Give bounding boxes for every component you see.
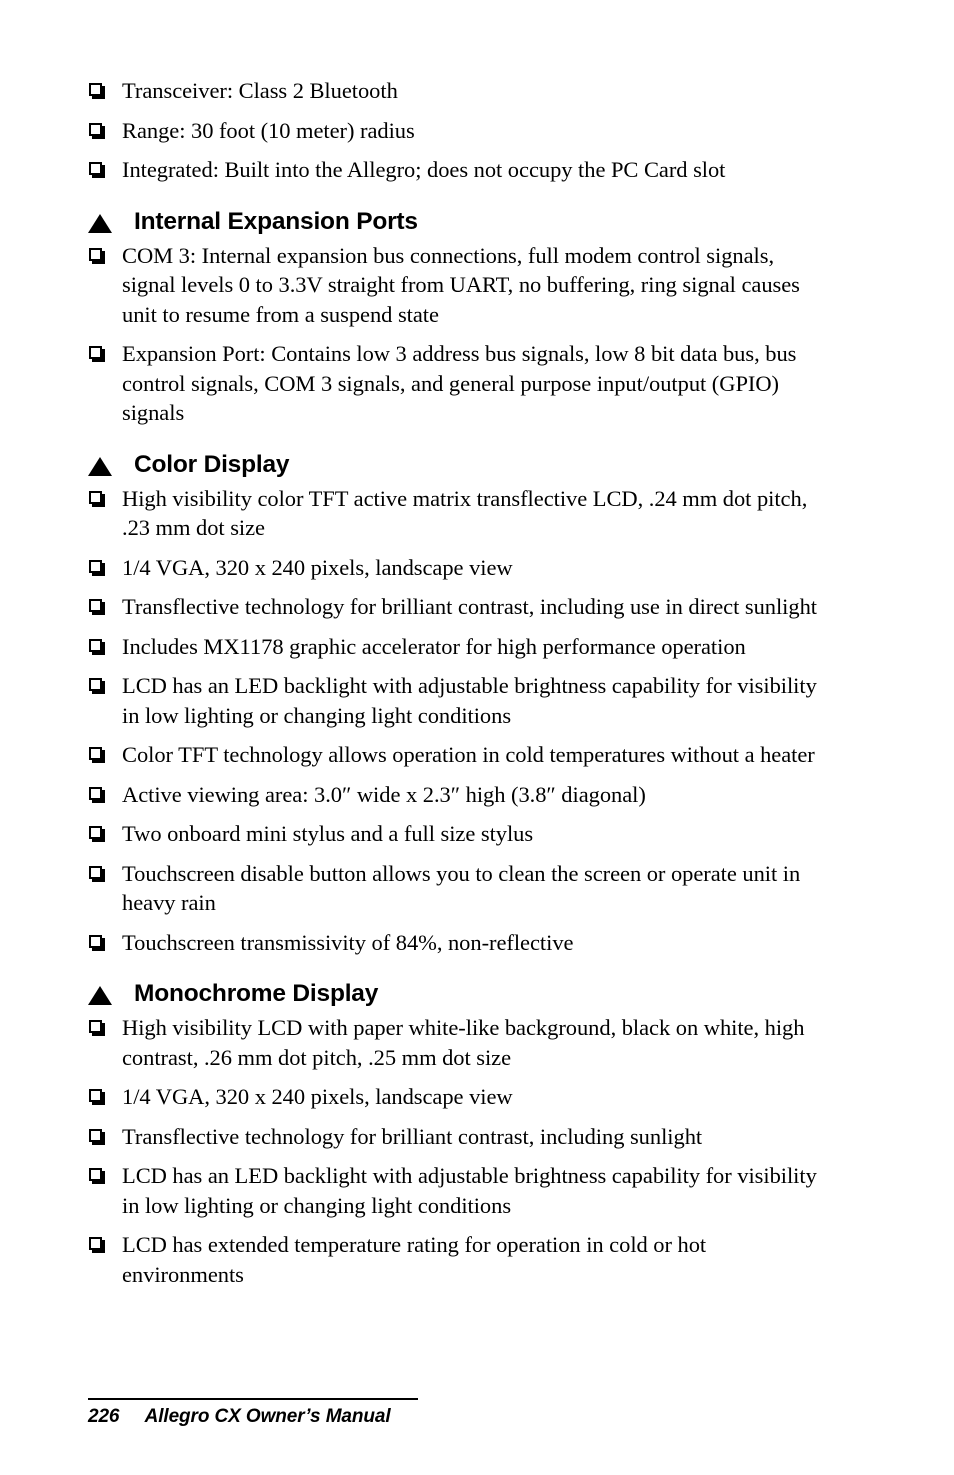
list-item: LCD has an LED backlight with adjustable… (88, 671, 825, 730)
bluetooth-spec-list: Transceiver: Class 2 Bluetooth Range: 30… (88, 76, 825, 185)
list-item: Transceiver: Class 2 Bluetooth (88, 76, 825, 106)
list-item: Range: 30 foot (10 meter) radius (88, 116, 825, 146)
list-item: Integrated: Built into the Allegro; does… (88, 155, 825, 185)
checkbox-square-icon (89, 247, 102, 261)
list-item: LCD has an LED backlight with adjustable… (88, 1161, 825, 1220)
section-heading-text: Monochrome Display (134, 980, 379, 1007)
checkbox-square-icon (89, 162, 102, 175)
list-item-text: Two onboard mini stylus and a full size … (122, 821, 534, 846)
list-item-text: 1/4 VGA, 320 x 240 pixels, landscape vie… (122, 1084, 513, 1109)
monochrome-display-list: High visibility LCD with paper white-lik… (88, 1013, 825, 1289)
list-item-text: Color TFT technology allows operation in… (122, 742, 815, 767)
list-item: 1/4 VGA, 320 x 240 pixels, landscape vie… (88, 1082, 825, 1112)
list-item-text: Transflective technology for brilliant c… (122, 1123, 703, 1149)
list-item: High visibility LCD with paper white-lik… (88, 1013, 825, 1072)
list-item: LCD has extended temperature rating for … (88, 1230, 825, 1289)
list-item: Active viewing area: 3.0″ wide x 2.3″ hi… (88, 780, 825, 810)
checkbox-square-icon (89, 865, 102, 879)
checkbox-square-icon (89, 1089, 102, 1102)
checkbox-square-icon (89, 1128, 102, 1142)
list-item: Color TFT technology allows operation in… (88, 740, 825, 770)
list-item: Transflective technology for brilliant c… (88, 592, 825, 622)
checkbox-square-icon (89, 1168, 102, 1181)
list-item-text: LCD has an LED backlight with adjustable… (122, 673, 817, 728)
list-item-text: LCD has extended temperature rating for … (122, 1232, 707, 1287)
list-item-text: Active viewing area: 3.0″ wide x 2.3″ hi… (122, 781, 646, 807)
list-item: Touchscreen disable button allows you to… (88, 859, 825, 918)
list-item-text: Expansion Port: Contains low 3 address b… (122, 341, 797, 425)
footer-text: 226 Allegro CX Owner’s Manual (88, 1406, 391, 1427)
list-item-text: Touchscreen disable button allows you to… (122, 860, 801, 916)
checkbox-square-icon (89, 346, 102, 359)
list-item-text: LCD has an LED backlight with adjustable… (122, 1163, 817, 1218)
list-item-text: COM 3: Internal expansion bus connection… (122, 242, 800, 327)
section-heading-text: Internal Expansion Ports (134, 207, 418, 235)
triangle-marker-icon (88, 986, 112, 1005)
list-item: Touchscreen transmissivity of 84%, non-r… (88, 928, 825, 958)
list-item: High visibility color TFT active matrix … (88, 484, 825, 543)
checkbox-square-icon (89, 490, 102, 504)
section-heading-internal-expansion-ports: Internal Expansion Ports (88, 207, 825, 237)
color-display-list: High visibility color TFT active matrix … (88, 484, 825, 958)
manual-page: Transceiver: Class 2 Bluetooth Range: 30… (0, 0, 954, 1475)
list-item-text: High visibility color TFT active matrix … (122, 485, 808, 541)
list-item-text: Integrated: Built into the Allegro; does… (122, 157, 726, 182)
checkbox-square-icon (89, 1237, 102, 1250)
checkbox-square-icon (89, 559, 102, 573)
list-item-text: High visibility LCD with paper white-lik… (122, 1015, 805, 1070)
checkbox-square-icon (89, 786, 102, 800)
triangle-marker-icon (88, 456, 112, 476)
list-item: 1/4 VGA, 320 x 240 pixels, landscape vie… (88, 553, 825, 583)
list-item: Expansion Port: Contains low 3 address b… (88, 339, 825, 428)
checkbox-square-icon (89, 122, 102, 136)
checkbox-square-icon (89, 747, 102, 760)
list-item-text: 1/4 VGA, 320 x 240 pixels, landscape vie… (122, 554, 513, 580)
list-item: COM 3: Internal expansion bus connection… (88, 241, 825, 330)
page-footer: 226 Allegro CX Owner’s Manual (88, 1397, 420, 1430)
footer-divider (88, 1397, 418, 1400)
internal-expansion-ports-list: COM 3: Internal expansion bus connection… (88, 241, 825, 428)
checkbox-square-icon (89, 678, 102, 691)
list-item-text: Transceiver: Class 2 Bluetooth (122, 78, 398, 103)
checkbox-square-icon (89, 83, 102, 96)
section-heading-text: Color Display (134, 450, 290, 478)
checkbox-square-icon (89, 1020, 102, 1033)
section-heading-color-display: Color Display (88, 450, 825, 480)
checkbox-square-icon (89, 599, 102, 612)
triangle-marker-icon (88, 213, 112, 233)
checkbox-square-icon (89, 826, 102, 839)
list-item: Includes MX1178 graphic accelerator for … (88, 632, 825, 662)
list-item-text: Transflective technology for brilliant c… (122, 594, 817, 619)
list-item-text: Touchscreen transmissivity of 84%, non-r… (122, 929, 574, 955)
list-item: Transflective technology for brilliant c… (88, 1122, 825, 1152)
checkbox-square-icon (89, 638, 102, 652)
list-item: Two onboard mini stylus and a full size … (88, 819, 825, 849)
checkbox-square-icon (89, 934, 102, 948)
section-heading-monochrome-display: Monochrome Display (88, 979, 825, 1009)
list-item-text: Range: 30 foot (10 meter) radius (122, 117, 415, 143)
list-item-text: Includes MX1178 graphic accelerator for … (122, 633, 746, 659)
